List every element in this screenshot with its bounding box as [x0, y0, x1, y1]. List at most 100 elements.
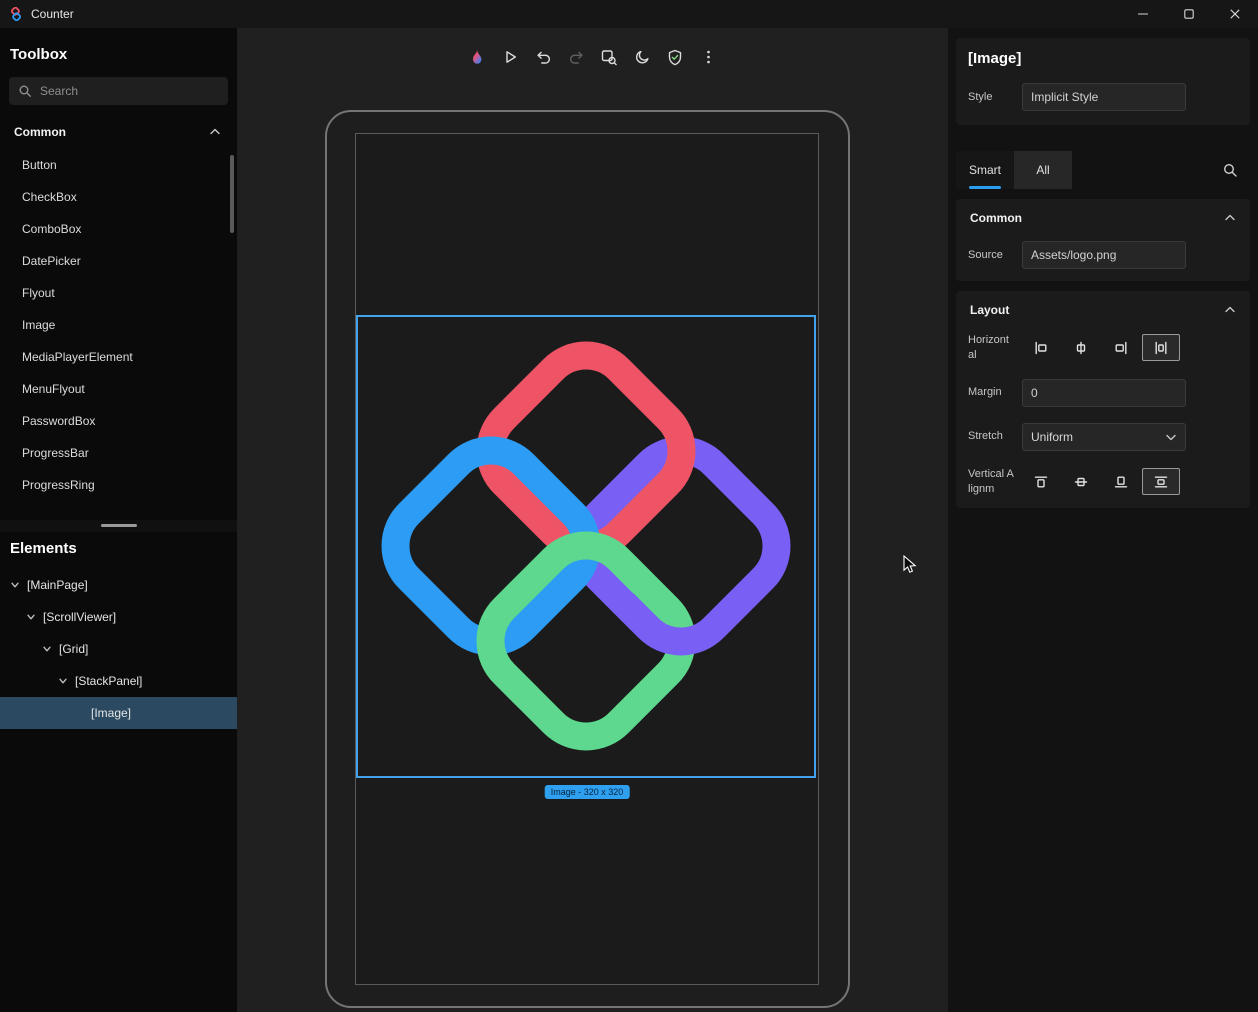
- undo-button[interactable]: [531, 45, 555, 69]
- flame-icon: [469, 49, 486, 66]
- chevron-down-icon[interactable]: [26, 612, 36, 622]
- design-canvas: Image - 320 x 320: [237, 28, 948, 1012]
- theme-toggle-button[interactable]: [630, 45, 654, 69]
- section-layout-header[interactable]: Layout: [968, 303, 1238, 317]
- tree-item-mainpage[interactable]: [MainPage]: [0, 569, 237, 601]
- toolbox-item-image[interactable]: Image: [0, 309, 237, 341]
- halign-right-button[interactable]: [1102, 334, 1140, 361]
- toolbox-item-flyout[interactable]: Flyout: [0, 277, 237, 309]
- toolbox-panel: Toolbox Common ButtonCheckBoxComboBoxDat…: [0, 28, 237, 520]
- chevron-down-icon: [1165, 431, 1177, 443]
- source-input[interactable]: [1022, 241, 1186, 269]
- selected-element-title: [Image]: [968, 50, 1238, 67]
- toolbox-item-passwordbox[interactable]: PasswordBox: [0, 405, 237, 437]
- chevron-up-icon: [1224, 304, 1236, 316]
- search-input[interactable]: [40, 84, 219, 98]
- section-layout: Layout Horizontal Margin: [956, 291, 1250, 508]
- horizontal-alignment-label: Horizontal: [968, 333, 1014, 363]
- chevron-up-icon: [1224, 212, 1236, 224]
- redo-button[interactable]: [564, 45, 588, 69]
- chevron-down-icon[interactable]: [58, 676, 68, 686]
- search-icon: [18, 84, 32, 98]
- toolbox-item-checkbox[interactable]: CheckBox: [0, 181, 237, 213]
- halign-center-button[interactable]: [1062, 334, 1100, 361]
- hot-reload-button[interactable]: [465, 45, 489, 69]
- splitter-grip-icon: [101, 524, 137, 527]
- valign-stretch-button[interactable]: [1142, 468, 1180, 495]
- toolbox-item-datepicker[interactable]: DatePicker: [0, 245, 237, 277]
- stretch-label: Stretch: [968, 429, 1014, 444]
- element-picker-button[interactable]: [597, 45, 621, 69]
- elements-title: Elements: [0, 532, 237, 569]
- minimize-icon: [1138, 9, 1148, 19]
- align-center-horizontal-icon: [1073, 340, 1089, 356]
- undo-icon: [535, 49, 551, 65]
- toolbox-section-common[interactable]: Common: [0, 125, 237, 139]
- ellipsis-vertical-icon: [700, 49, 716, 65]
- toolbox-item-menuflyout[interactable]: MenuFlyout: [0, 373, 237, 405]
- search-icon: [1222, 162, 1238, 178]
- titlebar: Counter: [0, 0, 1258, 28]
- play-icon: [502, 49, 518, 65]
- properties-panel: [Image] Style Smart All Common Source La…: [948, 28, 1258, 1012]
- tree-item-image[interactable]: [Image]: [0, 697, 237, 729]
- maximize-button[interactable]: [1166, 0, 1212, 28]
- tree-item-stackpanel[interactable]: [StackPanel]: [0, 665, 237, 697]
- properties-tabs: Smart All: [956, 151, 1250, 189]
- chevron-up-icon: [209, 126, 221, 138]
- section-label: Common: [14, 125, 66, 139]
- toolbox-item-progressbar[interactable]: ProgressBar: [0, 437, 237, 469]
- align-top-icon: [1033, 474, 1049, 490]
- element-picker-icon: [601, 49, 618, 66]
- tab-smart[interactable]: Smart: [956, 151, 1014, 189]
- valign-top-button[interactable]: [1022, 468, 1060, 495]
- align-right-icon: [1113, 340, 1129, 356]
- stretch-select[interactable]: Uniform: [1022, 423, 1186, 451]
- align-center-vertical-icon: [1073, 474, 1089, 490]
- tree-item-grid[interactable]: [Grid]: [0, 633, 237, 665]
- section-common-header[interactable]: Common: [968, 211, 1238, 225]
- close-button[interactable]: [1212, 0, 1258, 28]
- close-icon: [1230, 9, 1240, 19]
- play-button[interactable]: [498, 45, 522, 69]
- valign-bottom-button[interactable]: [1102, 468, 1140, 495]
- selection-overlay[interactable]: [356, 315, 816, 778]
- properties-header-card: [Image] Style: [956, 38, 1250, 125]
- redo-icon: [568, 49, 584, 65]
- chevron-down-icon[interactable]: [10, 580, 20, 590]
- more-options-button[interactable]: [696, 45, 720, 69]
- validation-button[interactable]: [663, 45, 687, 69]
- valign-center-button[interactable]: [1062, 468, 1100, 495]
- selection-size-badge: Image - 320 x 320: [545, 785, 630, 799]
- toolbox-scrollbar[interactable]: [230, 155, 234, 233]
- toolbox-item-progressring[interactable]: ProgressRing: [0, 469, 237, 501]
- toolbox-title: Toolbox: [0, 28, 237, 77]
- halign-stretch-button[interactable]: [1142, 334, 1180, 361]
- toolbox-item-mediaplayerelement[interactable]: MediaPlayerElement: [0, 341, 237, 373]
- align-left-icon: [1033, 340, 1049, 356]
- tab-all[interactable]: All: [1014, 151, 1072, 189]
- toolbox-search[interactable]: [9, 77, 228, 105]
- chevron-down-icon[interactable]: [42, 644, 52, 654]
- align-stretch-vertical-icon: [1153, 474, 1169, 490]
- shield-check-icon: [667, 49, 684, 66]
- align-stretch-horizontal-icon: [1153, 340, 1169, 356]
- style-input[interactable]: [1022, 83, 1186, 111]
- toolbox-item-combobox[interactable]: ComboBox: [0, 213, 237, 245]
- tree-item-scrollviewer[interactable]: [ScrollViewer]: [0, 601, 237, 633]
- halign-left-button[interactable]: [1022, 334, 1060, 361]
- margin-input[interactable]: [1022, 379, 1186, 407]
- toolbox-item-button[interactable]: Button: [0, 149, 237, 181]
- section-common: Common Source: [956, 199, 1250, 281]
- maximize-icon: [1184, 9, 1194, 19]
- properties-search-button[interactable]: [1222, 162, 1238, 178]
- elements-panel: Elements [MainPage] [ScrollViewer] [Grid…: [0, 532, 237, 1012]
- elements-tree: [MainPage] [ScrollViewer] [Grid] [StackP…: [0, 569, 237, 729]
- panel-splitter[interactable]: [0, 520, 237, 532]
- canvas-toolbar: [465, 45, 720, 69]
- left-sidebar: Toolbox Common ButtonCheckBoxComboBoxDat…: [0, 28, 237, 1012]
- minimize-button[interactable]: [1120, 0, 1166, 28]
- app-icon: [9, 7, 23, 21]
- align-bottom-icon: [1113, 474, 1129, 490]
- stretch-value: Uniform: [1031, 430, 1073, 444]
